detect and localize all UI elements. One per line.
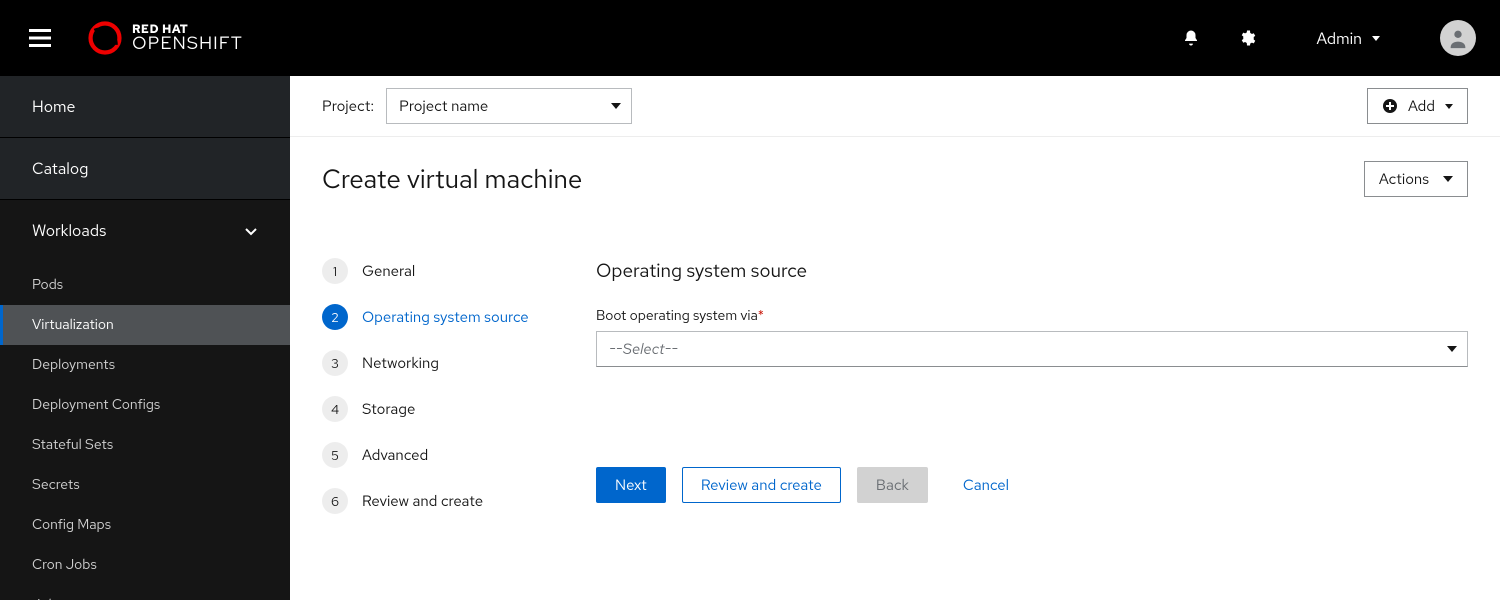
wizard-step-networking[interactable]: 3 Networking [322, 350, 548, 376]
boot-os-select-value: --Select-- [609, 339, 678, 359]
review-create-button[interactable]: Review and create [682, 467, 841, 503]
chevron-down-icon [244, 224, 258, 238]
gear-icon [1238, 29, 1256, 47]
page-title: Create virtual machine [322, 162, 1364, 196]
caret-down-icon [611, 103, 621, 109]
sidebar-item-label: Workloads [32, 220, 106, 241]
sidebar-item-config-maps[interactable]: Config Maps [0, 505, 290, 545]
wizard-step-number: 4 [322, 396, 348, 422]
sidebar-workloads-list: Pods Virtualization Deployments Deployme… [0, 261, 290, 600]
project-select-value: Project name [399, 96, 488, 116]
wizard-step-number: 1 [322, 258, 348, 284]
sidebar-item-label: Deployment Configs [32, 396, 160, 414]
redhat-logo-icon [88, 21, 122, 55]
user-icon [1447, 27, 1469, 49]
project-label: Project: [322, 96, 374, 116]
review-create-button-label: Review and create [701, 475, 822, 495]
sidebar-item-deployments[interactable]: Deployments [0, 345, 290, 385]
actions-button-label: Actions [1379, 169, 1429, 189]
sidebar-item-label: Catalog [32, 158, 88, 179]
project-toolbar: Project: Project name Add [290, 76, 1500, 137]
sidebar-item-label: Jobs [32, 596, 63, 600]
notifications-button[interactable] [1181, 28, 1201, 48]
caret-down-icon [1447, 346, 1457, 352]
wizard-step-number: 3 [322, 350, 348, 376]
settings-button[interactable] [1237, 28, 1257, 48]
back-button[interactable]: Back [857, 467, 928, 503]
boot-os-select[interactable]: --Select-- [596, 331, 1468, 367]
back-button-label: Back [876, 475, 909, 495]
avatar[interactable] [1440, 20, 1476, 56]
cancel-button-label: Cancel [963, 475, 1009, 495]
add-button[interactable]: Add [1367, 88, 1468, 124]
wizard-step-label: Advanced [362, 445, 428, 465]
wizard-step-number: 6 [322, 488, 348, 514]
wizard-steps: 1 General 2 Operating system source 3 Ne… [322, 258, 548, 514]
brand[interactable]: RED HAT OPENSHIFT [88, 21, 243, 55]
sidebar-item-label: Secrets [32, 476, 80, 494]
add-button-label: Add [1408, 96, 1435, 116]
sidebar-item-stateful-sets[interactable]: Stateful Sets [0, 425, 290, 465]
sidebar-item-jobs[interactable]: Jobs [0, 585, 290, 600]
cancel-button[interactable]: Cancel [944, 467, 1028, 503]
wizard-step-advanced[interactable]: 5 Advanced [322, 442, 548, 468]
next-button[interactable]: Next [596, 467, 666, 503]
hamburger-icon [29, 29, 51, 47]
sidebar-item-label: Cron Jobs [32, 556, 97, 574]
form-section-title: Operating system source [596, 258, 1468, 283]
next-button-label: Next [615, 475, 647, 495]
boot-os-label: Boot operating system via* [596, 307, 1468, 325]
wizard-step-number: 5 [322, 442, 348, 468]
sidebar-item-catalog[interactable]: Catalog [0, 138, 290, 200]
user-menu-button[interactable]: Admin [1317, 28, 1380, 49]
sidebar-item-cron-jobs[interactable]: Cron Jobs [0, 545, 290, 585]
brand-line2: OPENSHIFT [132, 35, 243, 53]
chevron-down-icon [1372, 36, 1380, 41]
wizard-step-label: Operating system source [362, 307, 529, 327]
form-pane: Operating system source Boot operating s… [596, 258, 1468, 514]
required-asterisk: * [758, 307, 764, 325]
wizard-step-review[interactable]: 6 Review and create [322, 488, 548, 514]
wizard-button-row: Next Review and create Back Cancel [596, 467, 1468, 503]
caret-down-icon [1443, 176, 1453, 182]
sidebar-item-label: Stateful Sets [32, 436, 113, 454]
sidebar-item-secrets[interactable]: Secrets [0, 465, 290, 505]
sidebar-item-workloads[interactable]: Workloads [0, 200, 290, 261]
page-header: Create virtual machine Actions [290, 137, 1500, 226]
sidebar-item-deployment-configs[interactable]: Deployment Configs [0, 385, 290, 425]
sidebar-item-label: Pods [32, 276, 63, 294]
actions-button[interactable]: Actions [1364, 161, 1468, 197]
masthead: RED HAT OPENSHIFT Admin [0, 0, 1500, 76]
sidebar-item-label: Virtualization [32, 316, 114, 334]
wizard-step-os-source[interactable]: 2 Operating system source [322, 304, 548, 330]
masthead-tools: Admin [1181, 20, 1476, 56]
sidebar-item-home[interactable]: Home [0, 76, 290, 138]
sidebar-item-label: Config Maps [32, 516, 111, 534]
bell-icon [1182, 29, 1200, 47]
caret-down-icon [1445, 104, 1453, 109]
sidebar: Home Catalog Workloads Pods Virtualizati… [0, 76, 290, 600]
wizard-step-label: Review and create [362, 491, 483, 511]
sidebar-item-virtualization[interactable]: Virtualization [0, 305, 290, 345]
brand-text: RED HAT OPENSHIFT [132, 23, 243, 53]
nav-toggle-button[interactable] [16, 14, 64, 62]
project-select[interactable]: Project name [386, 88, 632, 124]
wizard-step-label: Networking [362, 353, 439, 373]
wizard-step-general[interactable]: 1 General [322, 258, 548, 284]
sidebar-item-pods[interactable]: Pods [0, 265, 290, 305]
wizard-step-number: 2 [322, 304, 348, 330]
wizard-step-label: General [362, 261, 415, 281]
user-menu-label: Admin [1317, 28, 1362, 49]
sidebar-item-label: Home [32, 96, 75, 117]
main-content: Project: Project name Add Create virtual… [290, 76, 1500, 600]
boot-os-label-text: Boot operating system via [596, 307, 758, 325]
wizard-step-storage[interactable]: 4 Storage [322, 396, 548, 422]
plus-circle-icon [1382, 98, 1398, 114]
wizard: 1 General 2 Operating system source 3 Ne… [290, 226, 1500, 546]
wizard-step-label: Storage [362, 399, 415, 419]
sidebar-item-label: Deployments [32, 356, 115, 374]
